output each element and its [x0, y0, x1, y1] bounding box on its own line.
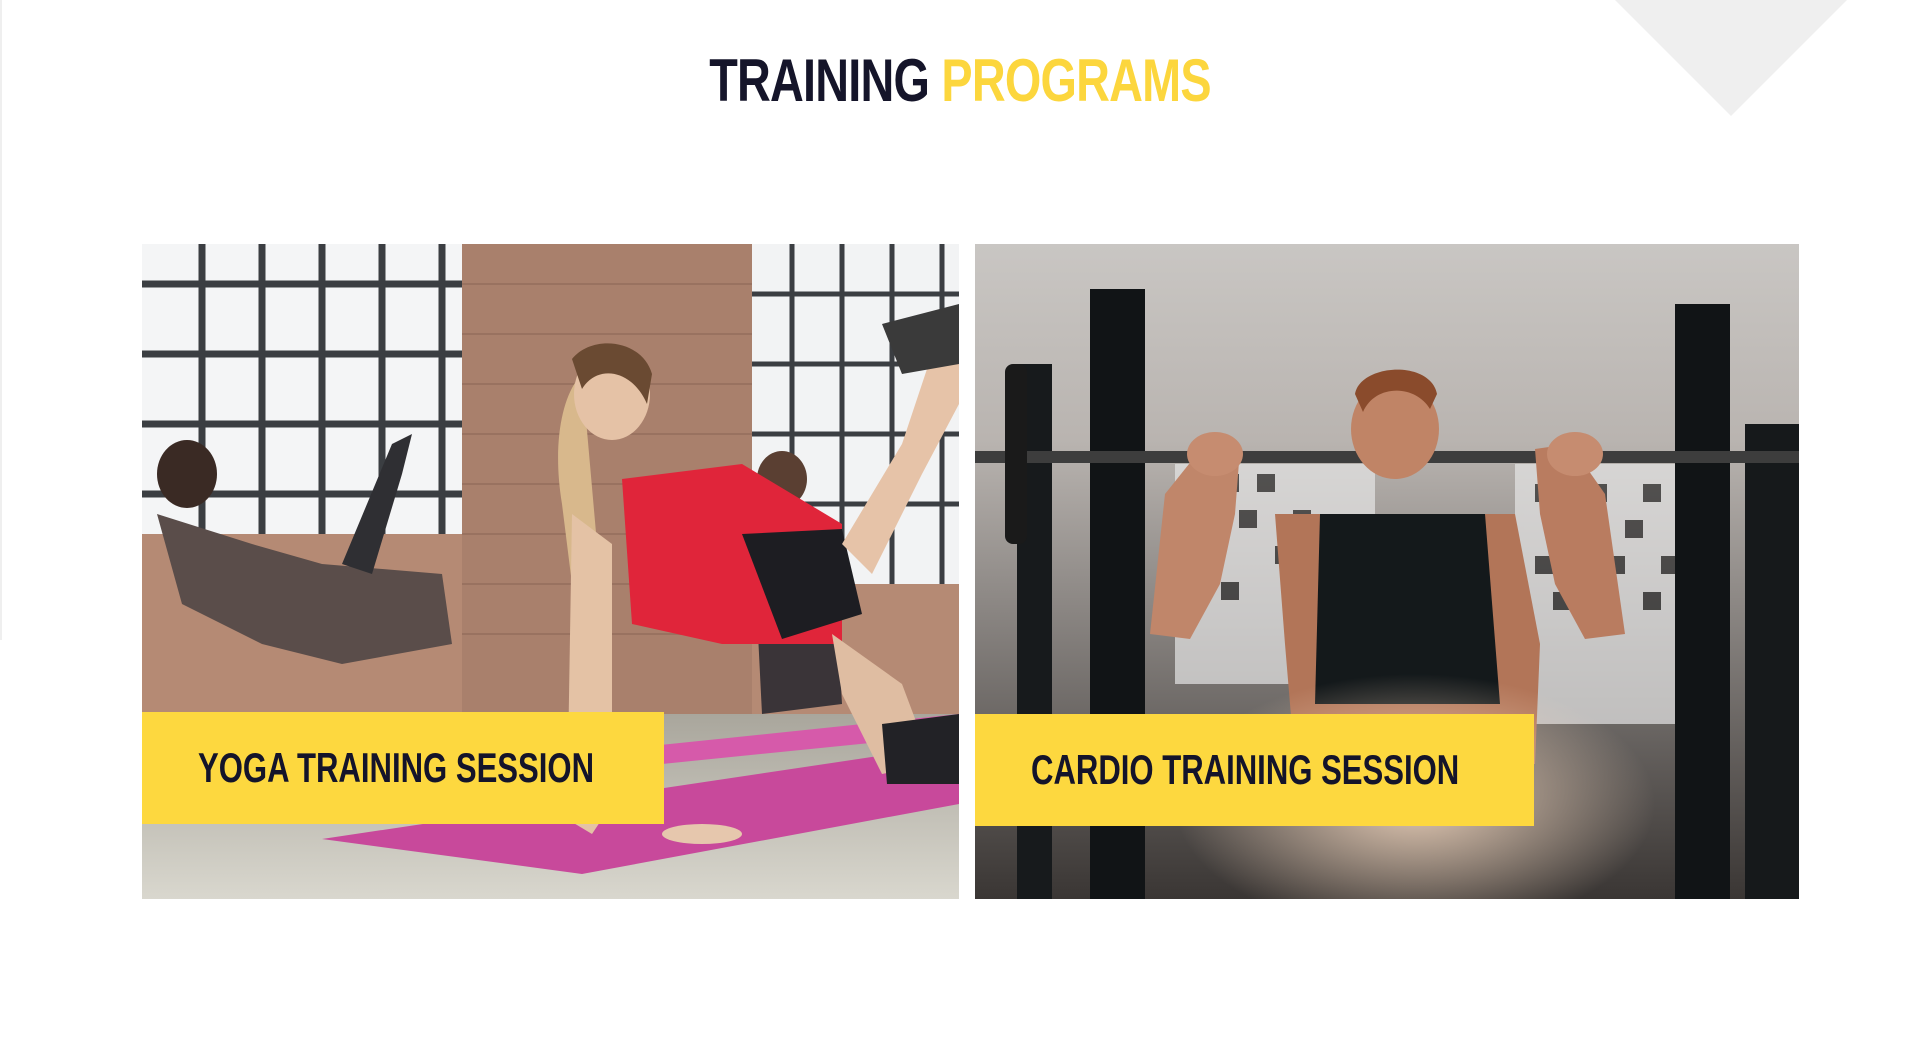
section-title: TRAINING PROGRAMS [211, 44, 1709, 118]
section-title-word-training: TRAINING [709, 47, 930, 114]
yoga-session-label: YOGA TRAINING SESSION [198, 744, 595, 791]
program-card-yoga[interactable]: YOGA TRAINING SESSION [142, 244, 959, 899]
yoga-session-button[interactable]: YOGA TRAINING SESSION [142, 712, 664, 824]
program-card-cardio[interactable]: CARDIO TRAINING SESSION [975, 244, 1799, 899]
cardio-session-label: CARDIO TRAINING SESSION [1031, 746, 1460, 793]
page-edge-divider [0, 0, 2, 640]
cardio-session-button[interactable]: CARDIO TRAINING SESSION [975, 714, 1534, 826]
section-title-word-programs: PROGRAMS [941, 47, 1211, 114]
